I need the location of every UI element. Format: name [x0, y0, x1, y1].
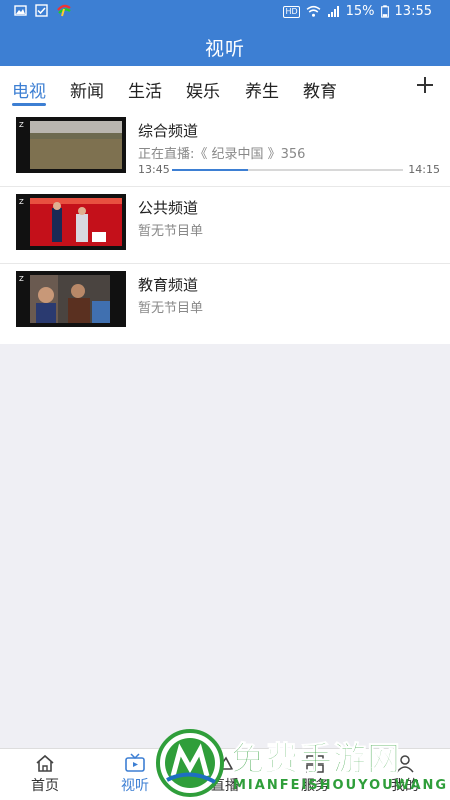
program-progress: 13:45 14:15: [138, 163, 440, 177]
program-end-time: 14:15: [408, 163, 440, 176]
channel-name: 教育频道: [138, 276, 199, 294]
app-logo-icon: [57, 4, 71, 17]
progress-fill: [172, 169, 249, 171]
channel-thumbnail: Z: [16, 194, 126, 250]
battery-icon: [380, 5, 389, 18]
program-start-time: 13:45: [138, 163, 170, 176]
add-tab-icon[interactable]: [414, 74, 436, 96]
channel-row-education[interactable]: Z 教育频道 暂无节目单: [0, 264, 450, 344]
no-schedule: 暂无节目单: [138, 224, 204, 239]
tab-health[interactable]: 养生: [245, 77, 279, 102]
channel-row-general[interactable]: Z 综合频道 正在直播:《 纪录中国 》356 13:45 14:15: [0, 110, 450, 187]
channel-name: 公共频道: [138, 199, 199, 217]
tv-icon: [125, 753, 145, 772]
tab-entertainment[interactable]: 娱乐: [186, 77, 220, 102]
svg-text:Z: Z: [19, 121, 24, 129]
watermark-subtitle: MIANFEISHOUYOUWANG: [233, 778, 449, 793]
home-icon: [36, 754, 54, 772]
status-bar: HD 15% 13:55: [0, 0, 450, 24]
tab-education[interactable]: 教育: [303, 77, 337, 102]
wifi-icon: [306, 5, 321, 17]
category-tabs: 电视 新闻 生活 娱乐 养生 教育: [0, 66, 450, 110]
channel-list: Z 综合频道 正在直播:《 纪录中国 》356 13:45 14:15 Z 公共…: [0, 110, 450, 344]
checkbox-icon: [35, 4, 48, 17]
gallery-icon: [14, 5, 27, 16]
progress-track: [172, 169, 403, 171]
watermark-title: 免费手游网: [231, 739, 401, 779]
page-title: 视听: [204, 38, 245, 60]
svg-text:Z: Z: [19, 198, 24, 206]
nav-home[interactable]: 首页: [15, 753, 75, 795]
svg-text:Z: Z: [19, 275, 24, 283]
nav-home-label: 首页: [31, 778, 59, 794]
watermark-logo-icon: [156, 729, 224, 797]
channel-thumbnail: Z: [16, 117, 126, 173]
tab-life[interactable]: 生活: [128, 77, 162, 102]
channel-name: 综合频道: [138, 122, 199, 140]
battery-percent: 15%: [345, 4, 375, 19]
active-tab-indicator: [12, 103, 46, 106]
channel-row-public[interactable]: Z 公共频道 暂无节目单: [0, 187, 450, 264]
no-schedule: 暂无节目单: [138, 301, 204, 316]
watermark: 免费手游网 MIANFEISHOUYOUWANG: [155, 728, 450, 800]
tab-news[interactable]: 新闻: [70, 77, 104, 102]
clock: 13:55: [394, 4, 432, 19]
hd-badge: HD: [283, 5, 300, 18]
nav-watch-label: 视听: [121, 778, 149, 794]
signal-icon: [327, 6, 339, 17]
app-header: HD 15% 13:55 视听: [0, 0, 450, 66]
now-playing: 正在直播:《 纪录中国 》356: [138, 147, 306, 162]
channel-thumbnail: Z: [16, 271, 126, 327]
tab-tv[interactable]: 电视: [12, 77, 46, 102]
